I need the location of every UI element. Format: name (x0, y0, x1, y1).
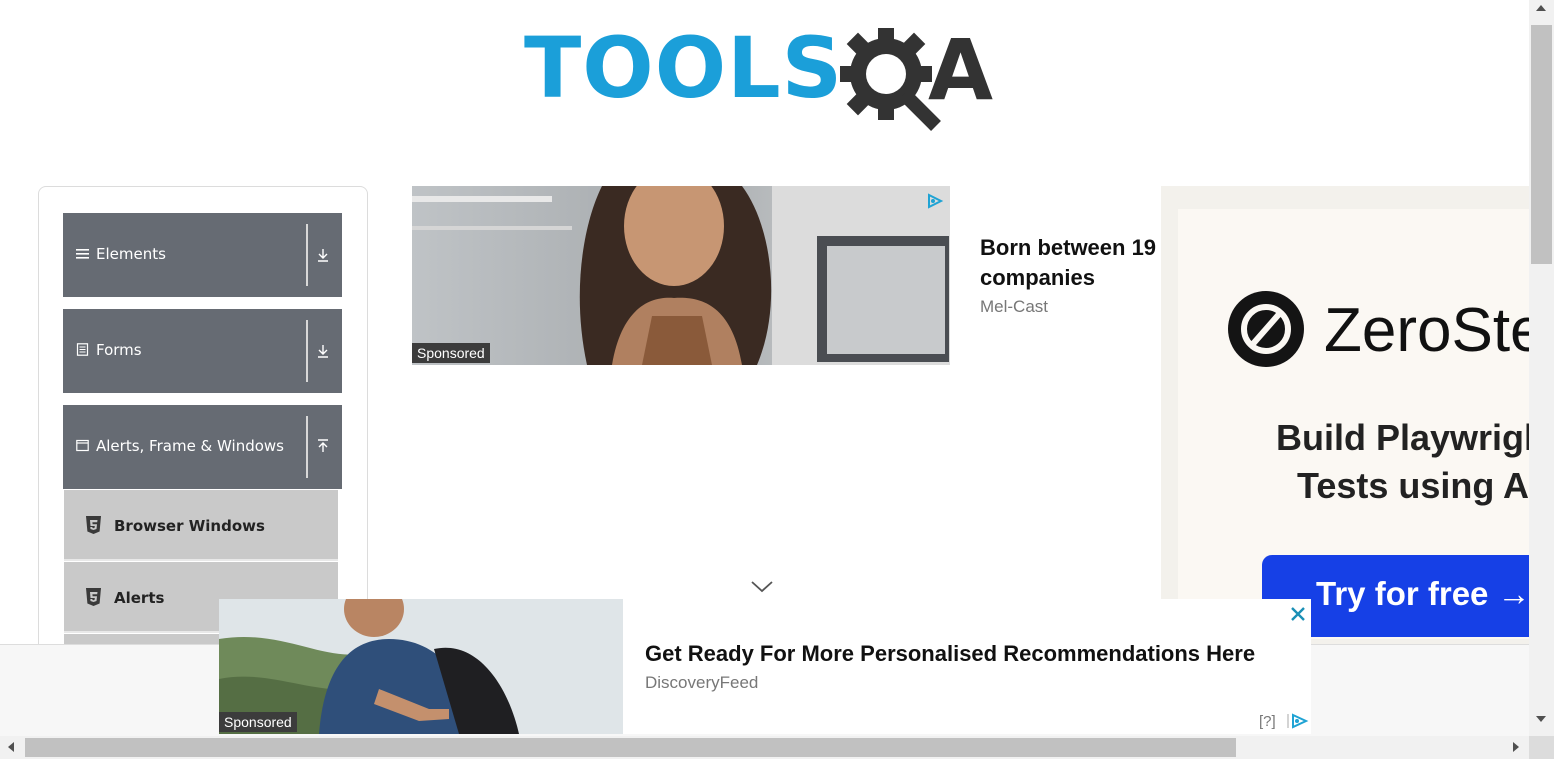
zerostep-logo-icon (1228, 291, 1304, 367)
ad-image[interactable]: Sponsored (412, 186, 950, 365)
vertical-scrollbar[interactable] (1529, 0, 1554, 736)
right-ad-banner[interactable]: ZeroSte Build Playwrigh Tests using A Tr… (1161, 186, 1529, 645)
download-arrow-icon[interactable] (315, 341, 331, 361)
bottom-ad[interactable]: Sponsored Get Ready For More Personalise… (219, 599, 1311, 734)
right-ad-tagline-2: Tests using A (1297, 465, 1529, 506)
group-label-forms: Forms (96, 341, 142, 359)
logo-text-a: A (928, 21, 994, 119)
divider (306, 320, 308, 382)
group-header-elements[interactable]: Elements (63, 213, 342, 297)
close-icon[interactable] (1287, 603, 1309, 625)
sponsored-tag: Sponsored (412, 343, 490, 363)
right-ad-brand: ZeroSte (1324, 296, 1529, 365)
group-label-alerts-frame-windows: Alerts, Frame & Windows (96, 437, 284, 455)
hamburger-icon (76, 249, 89, 259)
divider (306, 416, 308, 478)
bottom-ad-image[interactable]: Sponsored (219, 599, 623, 734)
divider (306, 224, 308, 286)
group-label-elements: Elements (96, 245, 166, 263)
scrollbar-corner (1529, 736, 1554, 759)
sidebar-item-label: Browser Windows (114, 517, 265, 535)
adchoices-icon[interactable] (926, 193, 944, 209)
ad-headline-line1: Born between 19 (980, 235, 1157, 260)
right-ad-card: ZeroSte Build Playwrigh Tests using A Tr… (1178, 209, 1529, 639)
html5-icon (86, 516, 101, 534)
vertical-scroll-thumb[interactable] (1531, 25, 1552, 264)
scroll-right-icon[interactable] (1512, 742, 1520, 752)
chevron-down-icon[interactable] (750, 578, 774, 594)
adchoices-icon[interactable] (1287, 713, 1309, 729)
group-header-forms[interactable]: Forms (63, 309, 342, 393)
window-icon (76, 439, 89, 452)
ad-headline-line2: companies (980, 265, 1095, 290)
sidebar-item-browser-windows[interactable]: Browser Windows (64, 490, 338, 561)
scroll-down-icon[interactable] (1536, 715, 1546, 723)
ad-source[interactable]: Mel-Cast (980, 297, 1048, 317)
ad-photo (412, 186, 950, 365)
bottom-ad-source[interactable]: DiscoveryFeed (645, 673, 758, 693)
ad-help-link[interactable]: [?] (1259, 713, 1276, 730)
sponsored-tag: Sponsored (219, 712, 297, 732)
sidebar-item-label: Alerts (114, 589, 165, 607)
right-ad-tagline-1: Build Playwrigh (1276, 417, 1529, 458)
scroll-left-icon[interactable] (7, 742, 15, 752)
group-header-alerts-frame-windows[interactable]: Alerts, Frame & Windows (63, 405, 342, 489)
upload-arrow-icon[interactable] (315, 437, 331, 457)
try-for-free-label: Try for free → (1316, 575, 1529, 612)
horizontal-scroll-thumb[interactable] (25, 738, 1236, 757)
download-arrow-icon[interactable] (315, 245, 331, 265)
bottom-ad-headline[interactable]: Get Ready For More Personalised Recommen… (645, 641, 1255, 667)
document-icon (76, 343, 89, 356)
html5-icon (86, 588, 101, 606)
ad-headline[interactable]: Born between 19 companies (980, 233, 1170, 293)
scroll-up-icon[interactable] (1536, 4, 1546, 12)
horizontal-scrollbar[interactable] (0, 736, 1529, 759)
logo-text-tools: TOOLS (524, 19, 844, 117)
toolsqa-logo[interactable]: TOOLS A (524, 22, 1014, 137)
sidebar-panel: Elements Forms Alerts, Frame & Windows B… (38, 186, 368, 658)
